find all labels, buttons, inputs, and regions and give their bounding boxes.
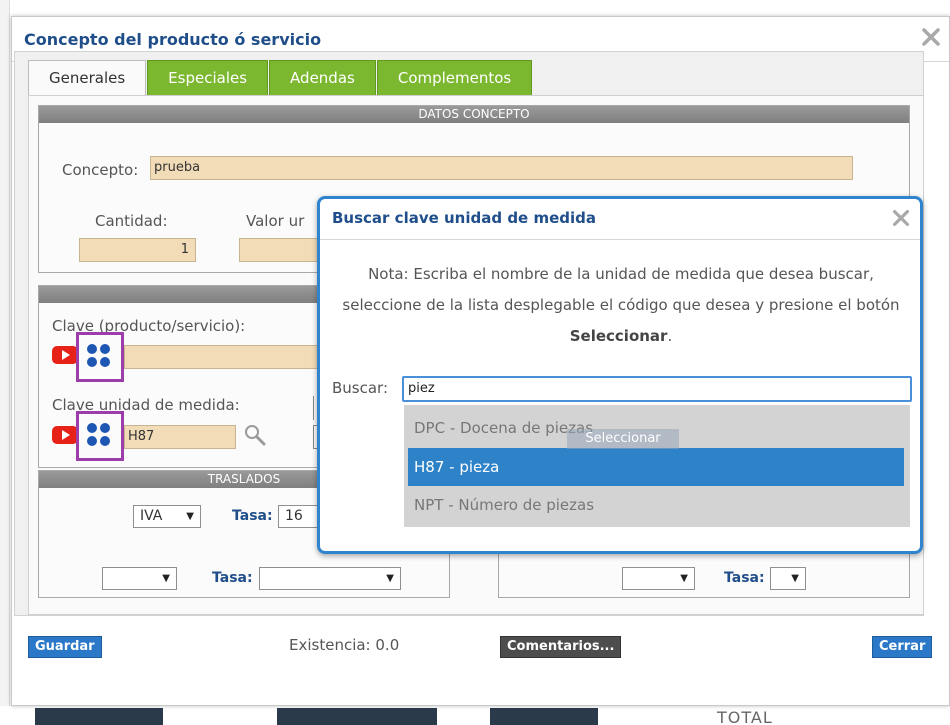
grid-dots-icon-highlight: [76, 411, 124, 461]
tasa-label: Tasa:: [232, 508, 273, 524]
tab-adendas[interactable]: Adendas: [269, 60, 376, 95]
clave-unidad-input[interactable]: H87: [124, 425, 236, 449]
impuesto-select[interactable]: IVA ▼: [133, 505, 201, 528]
background-button: [277, 708, 437, 725]
chevron-down-icon: ▼: [386, 573, 394, 584]
tasa-select-value: 16 %: [285, 508, 303, 524]
search-note: Nota: Escriba el nombre de la unidad de …: [328, 259, 914, 352]
background-footer: TOTAL: [0, 706, 950, 725]
tab-generales[interactable]: Generales: [28, 60, 147, 96]
chevron-down-icon: ▼: [791, 573, 799, 584]
grid-dots-icon[interactable]: [87, 344, 113, 370]
youtube-play-icon[interactable]: [52, 426, 78, 444]
concepto-label: Concepto:: [62, 161, 139, 179]
close-x-icon[interactable]: [919, 25, 943, 49]
tab-complementos[interactable]: Complementos: [376, 60, 533, 95]
youtube-play-icon[interactable]: [52, 346, 78, 364]
valor-unitario-input[interactable]: [239, 238, 321, 262]
tab-bar: Generales Especiales Adendas Complemento…: [28, 60, 533, 96]
note-suffix: .: [667, 327, 673, 345]
tasa-select-2[interactable]: ▼: [259, 567, 401, 590]
buscar-input[interactable]: piez: [402, 376, 912, 402]
clave-producto-input[interactable]: [124, 345, 320, 369]
retencion-tasa-select[interactable]: ▼: [770, 567, 806, 590]
seleccionar-button[interactable]: Seleccionar: [567, 429, 679, 449]
buscar-unidad-dialog: Buscar clave unidad de medida Nota: Escr…: [317, 196, 923, 554]
buscar-label: Buscar:: [332, 379, 389, 397]
search-title-divider: [320, 239, 920, 240]
note-bold: Seleccionar: [569, 327, 668, 345]
dialog-title: Concepto del producto ó servicio: [24, 30, 322, 49]
retencion-tasa-label: Tasa:: [724, 570, 765, 586]
search-dialog-title: Buscar clave unidad de medida: [332, 209, 596, 227]
grid-dots-icon-highlight: [76, 332, 124, 382]
tasa-select[interactable]: 16 %: [278, 505, 318, 528]
dropdown-option[interactable]: NPT - Número de piezas: [408, 486, 904, 524]
close-x-icon[interactable]: [890, 207, 912, 229]
chevron-down-icon: ▼: [680, 573, 688, 584]
guardar-button[interactable]: Guardar: [28, 636, 102, 658]
magnifier-icon[interactable]: [243, 423, 267, 447]
grid-dots-icon[interactable]: [87, 423, 113, 449]
tasa-label: Tasa:: [212, 570, 253, 586]
cerrar-button[interactable]: Cerrar: [872, 636, 933, 658]
existencia-text: Existencia: 0.0: [289, 636, 400, 654]
valor-unitario-label: Valor ur: [246, 212, 305, 230]
tab-especiales[interactable]: Especiales: [147, 60, 269, 95]
impuesto-select-value: IVA: [140, 508, 163, 524]
autocomplete-dropdown: DPC - Docena de piezas H87 - pieza NPT -…: [404, 405, 910, 527]
note-text: Nota: Escriba el nombre de la unidad de …: [342, 265, 900, 314]
cantidad-input[interactable]: 1: [79, 238, 196, 262]
background-total-label: TOTAL: [717, 708, 773, 725]
background-button: [35, 708, 163, 725]
impuesto-select-2[interactable]: ▼: [102, 567, 177, 590]
concepto-input[interactable]: prueba: [150, 156, 853, 180]
chevron-down-icon: ▼: [162, 573, 170, 584]
comentarios-button[interactable]: Comentarios...: [500, 636, 622, 658]
cantidad-label: Cantidad:: [95, 212, 168, 230]
section-header: DATOS CONCEPTO: [39, 106, 909, 123]
background-button: [490, 708, 598, 725]
dropdown-option-selected[interactable]: H87 - pieza: [408, 448, 904, 486]
chevron-down-icon: ▼: [186, 511, 194, 522]
retencion-impuesto-select[interactable]: ▼: [622, 567, 695, 590]
background-page-edge: [0, 0, 10, 725]
